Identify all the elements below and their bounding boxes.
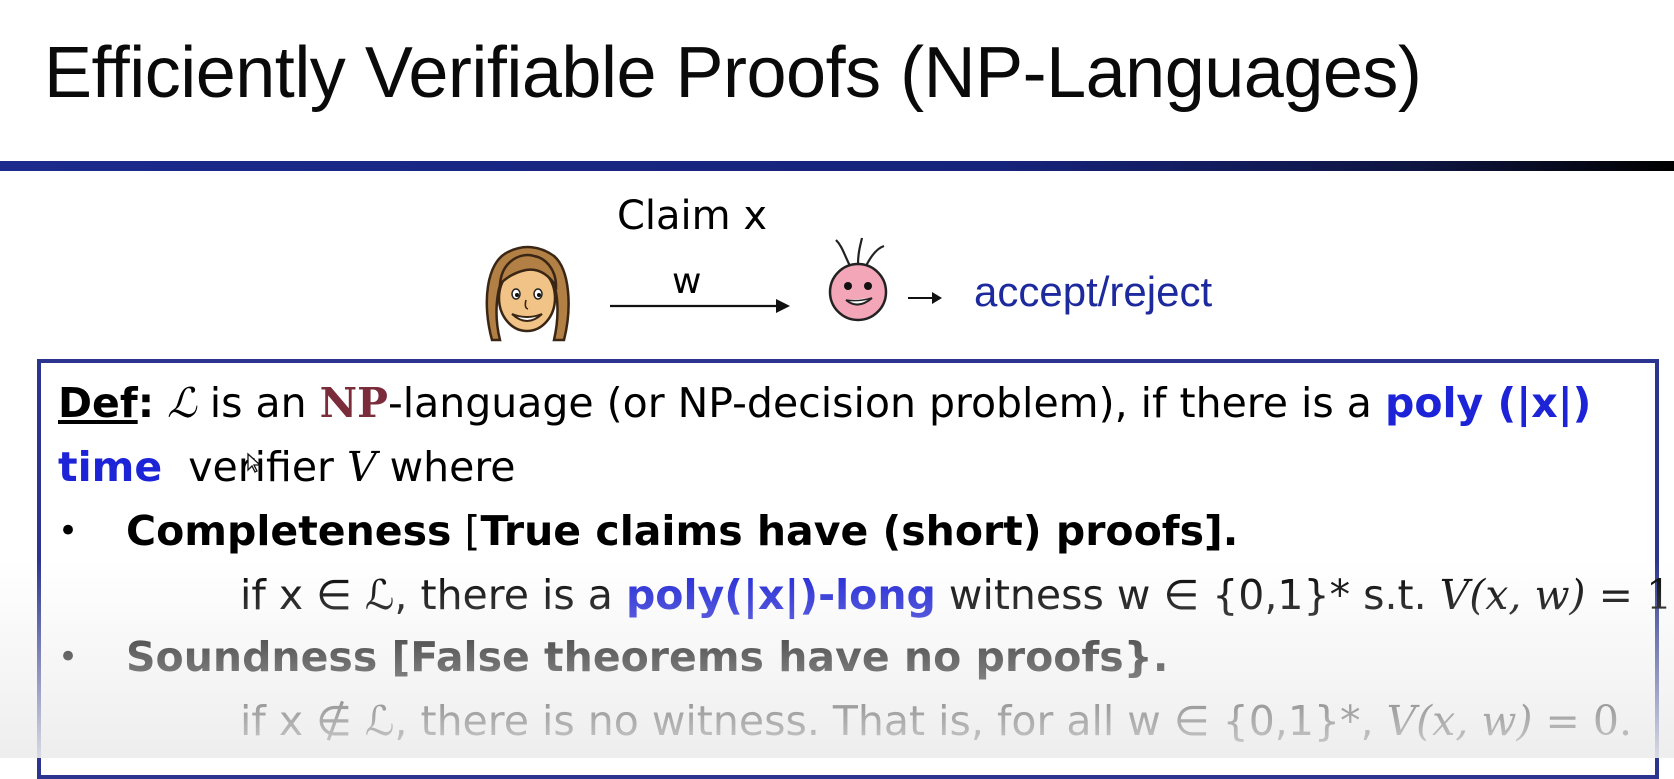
time-text: time <box>58 443 163 491</box>
is-an-text: is an <box>196 379 320 427</box>
completeness-subtitle: True claims have (short) proofs]. <box>480 507 1239 555</box>
soundness-heading: Soundness [False theorems have no proofs… <box>126 633 1169 681</box>
title-divider <box>0 161 1674 171</box>
completeness-title: Completeness <box>126 507 452 555</box>
soundness-cond-start: if x ∉ ℒ, there is no witness. That is, … <box>240 697 1387 745</box>
completeness-cond-start: if x ∈ ℒ, there is a <box>240 571 626 619</box>
woman-face-icon <box>485 245 570 342</box>
language-symbol: ℒ <box>167 379 197 427</box>
np-label: NP <box>319 379 388 427</box>
completeness-verifier-call: V(x, w) <box>1439 571 1586 619</box>
completeness-cond-end: = 1. <box>1598 571 1674 619</box>
claim-label: Claim x <box>617 193 768 239</box>
accept-reject-label: accept/reject <box>974 268 1213 315</box>
definition-line-2: time verifier V where <box>58 442 516 492</box>
soundness-condition: if x ∉ ℒ, there is no witness. That is, … <box>240 696 1632 746</box>
definition-line-1: Def: ℒ is an NP-language (or NP-decision… <box>58 378 1591 428</box>
completeness-bracket: [ <box>451 507 481 555</box>
soundness-verifier-call: V(x, w) <box>1386 697 1533 745</box>
completeness-cond-mid: witness w ∈ {0,1}* s.t. <box>935 571 1440 619</box>
poly-x-text: poly (|x|) <box>1384 379 1592 427</box>
slide-title: Efficiently Verifiable Proofs (NP-Langua… <box>44 33 1422 113</box>
completeness-condition: if x ∈ ℒ, there is a poly(|x|)-long witn… <box>240 570 1674 620</box>
send-arrow <box>610 299 790 313</box>
mouse-cursor-icon <box>247 452 262 473</box>
def-colon: : <box>137 379 155 427</box>
def-label: Def <box>58 379 138 427</box>
where-text: where <box>376 443 516 491</box>
poly-long-text: poly(|x|)-long <box>625 571 936 619</box>
np-rest-text: -language (or NP-decision problem), if t… <box>387 379 1385 427</box>
soundness-bullet: • <box>58 637 79 677</box>
completeness-heading: Completeness [True claims have (short) p… <box>126 506 1238 556</box>
completeness-bullet: • <box>58 511 79 551</box>
verifier-variable: V <box>346 443 377 491</box>
soundness-cond-end: = 0. <box>1532 697 1632 745</box>
result-arrow <box>908 292 942 304</box>
alien-face-icon <box>828 237 888 322</box>
